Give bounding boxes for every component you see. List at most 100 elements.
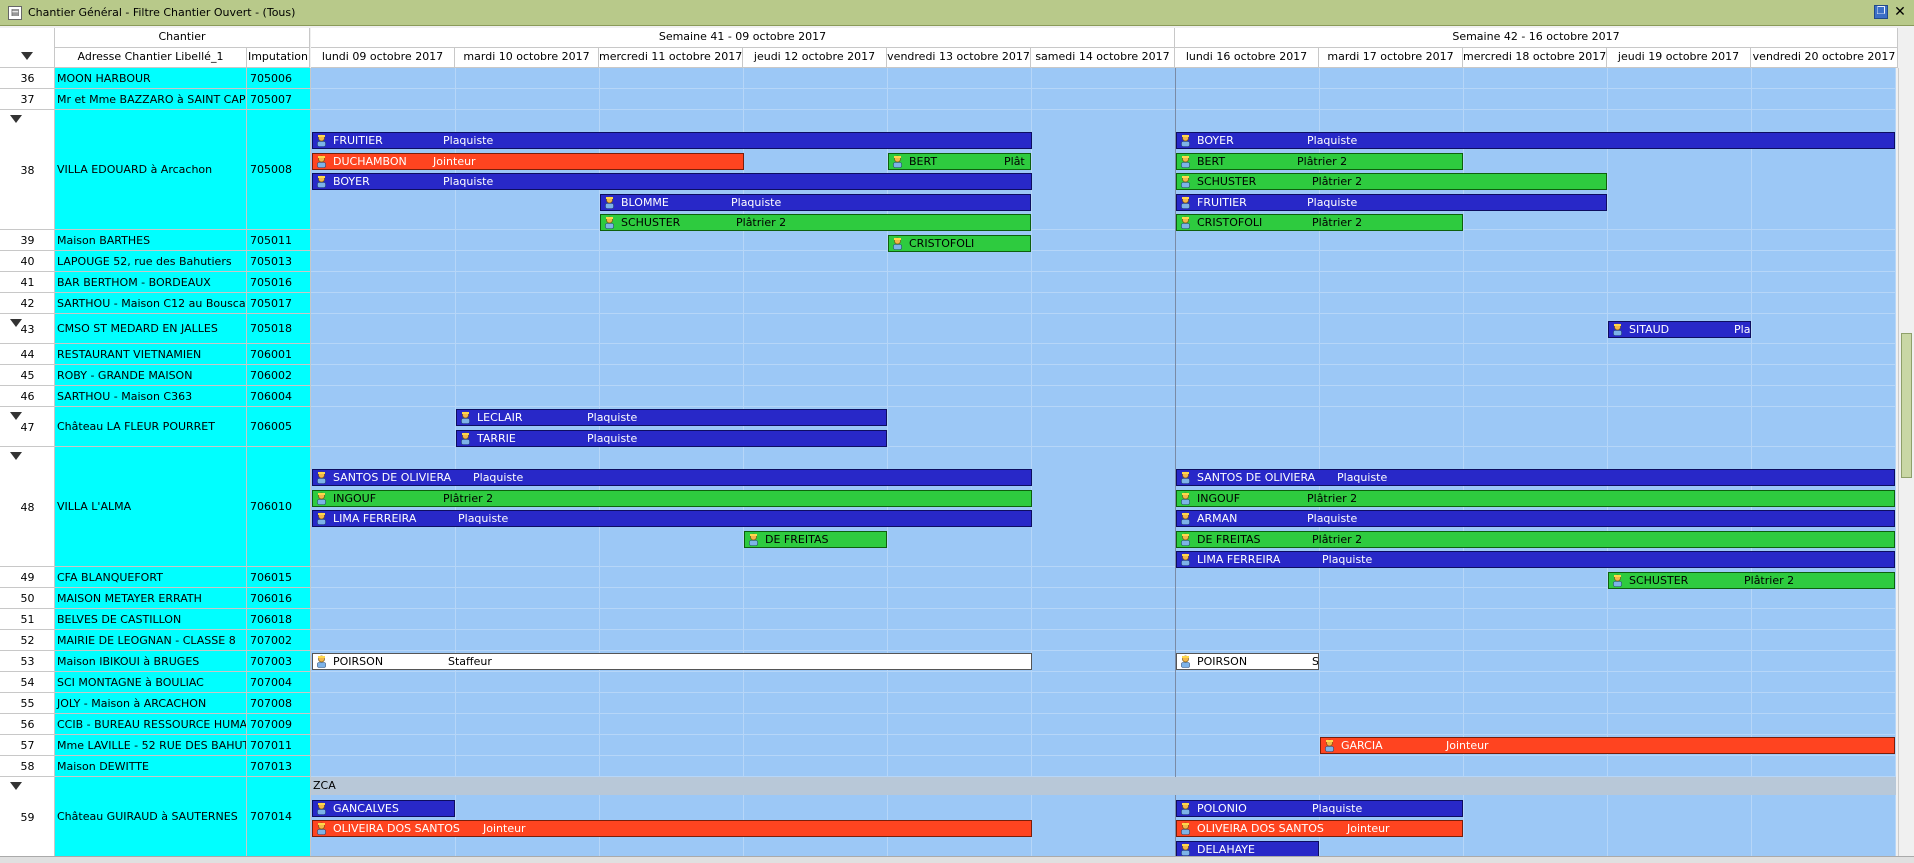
chantier-address[interactable]: VILLA L'ALMA (55, 447, 247, 567)
imputation-code[interactable]: 705013 (247, 251, 311, 272)
row-number[interactable]: 43 (0, 314, 55, 344)
imputation-code[interactable]: 706002 (247, 365, 311, 386)
row-number[interactable]: 53 (0, 651, 55, 672)
scrollbar-thumb[interactable] (1901, 333, 1912, 478)
day-header[interactable]: mardi 10 octobre 2017 (455, 48, 599, 68)
assignment-bar[interactable]: OLIVEIRA DOS SANTOS Jointeur (312, 820, 1032, 837)
assignment-bar[interactable]: SITAUD Pla (1608, 321, 1751, 338)
address-column-header[interactable]: Adresse Chantier Libellé_1 (55, 48, 247, 68)
imputation-column-header[interactable]: Imputation (247, 48, 310, 68)
assignment-bar[interactable]: POIRSON S (1176, 653, 1319, 670)
day-header[interactable]: samedi 14 octobre 2017 (1031, 48, 1175, 68)
imputation-code[interactable]: 707002 (247, 630, 311, 651)
chantier-address[interactable]: SARTHOU - Maison C12 au Bouscat (55, 293, 247, 314)
day-header[interactable]: lundi 16 octobre 2017 (1175, 48, 1319, 68)
imputation-code[interactable]: 707009 (247, 714, 311, 735)
chantier-address[interactable]: CFA BLANQUEFORT (55, 567, 247, 588)
planning-calendar[interactable]: ZCA FRUITIER Plaquiste DUCHAMBON Jointeur BER… (311, 68, 1896, 858)
imputation-code[interactable]: 706004 (247, 386, 311, 407)
imputation-code[interactable]: 705007 (247, 89, 311, 110)
assignment-bar[interactable]: DE FREITAS Plâtrier 2 (1176, 531, 1895, 548)
assignment-bar[interactable]: SANTOS DE OLIVIERA Plaquiste (1176, 469, 1895, 486)
imputation-code[interactable]: 707008 (247, 693, 311, 714)
horizontal-scrollbar[interactable] (0, 856, 1914, 863)
assignment-bar[interactable]: BLOMME Plaquiste (600, 194, 1031, 211)
assignment-bar[interactable]: SANTOS DE OLIVIERA Plaquiste (312, 469, 1032, 486)
assignment-bar[interactable]: ARMAN Plaquiste (1176, 510, 1895, 527)
assignment-bar[interactable]: GARCIA Jointeur (1320, 737, 1895, 754)
row-number[interactable]: 38 (0, 110, 55, 230)
imputation-code[interactable]: 706016 (247, 588, 311, 609)
row-number[interactable]: 59 (0, 777, 55, 857)
imputation-code[interactable]: 707014 (247, 777, 311, 857)
imputation-code[interactable]: 705011 (247, 230, 311, 251)
imputation-code[interactable]: 705016 (247, 272, 311, 293)
row-number[interactable]: 37 (0, 89, 55, 110)
assignment-bar[interactable]: OLIVEIRA DOS SANTOS Jointeur (1176, 820, 1463, 837)
chantier-address[interactable]: MOON HARBOUR (55, 68, 247, 89)
chantier-address[interactable]: Maison DEWITTE (55, 756, 247, 777)
collapse-all-cell[interactable] (0, 28, 55, 68)
chantier-address[interactable]: CCIB - BUREAU RESSOURCE HUMAINE (55, 714, 247, 735)
row-number[interactable]: 36 (0, 68, 55, 89)
assignment-bar[interactable]: CRISTOFOLI (888, 235, 1031, 252)
row-number[interactable]: 39 (0, 230, 55, 251)
collapse-triangle-icon[interactable] (10, 412, 22, 420)
assignment-bar[interactable]: DE FREITAS (744, 531, 887, 548)
assignment-bar[interactable]: FRUITIER Plaquiste (1176, 194, 1607, 211)
assignment-bar[interactable]: INGOUF Plâtrier 2 (312, 490, 1032, 507)
row-number[interactable]: 55 (0, 693, 55, 714)
chantier-address[interactable]: MAISON METAYER ERRATH (55, 588, 247, 609)
row-number[interactable]: 47 (0, 407, 55, 447)
chantier-address[interactable]: Maison BARTHES (55, 230, 247, 251)
imputation-code[interactable]: 706015 (247, 567, 311, 588)
row-number[interactable]: 48 (0, 447, 55, 567)
imputation-code[interactable]: 706005 (247, 407, 311, 447)
assignment-bar[interactable]: SCHUSTER Plâtrier 2 (1176, 173, 1607, 190)
row-number[interactable]: 58 (0, 756, 55, 777)
assignment-bar[interactable]: SCHUSTER Plâtrier 2 (600, 214, 1031, 231)
assignment-bar[interactable]: POLONIO Plaquiste (1176, 800, 1463, 817)
assignment-bar[interactable]: BOYER Plaquiste (1176, 132, 1895, 149)
assignment-bar[interactable]: CRISTOFOLI Plâtrier 2 (1176, 214, 1463, 231)
imputation-code[interactable]: 705008 (247, 110, 311, 230)
assignment-bar[interactable]: LECLAIR Plaquiste (456, 409, 887, 426)
imputation-code[interactable]: 707003 (247, 651, 311, 672)
close-icon[interactable]: ✕ (1892, 3, 1908, 21)
row-number[interactable]: 49 (0, 567, 55, 588)
assignment-bar[interactable]: INGOUF Plâtrier 2 (1176, 490, 1895, 507)
day-header[interactable]: lundi 09 octobre 2017 (311, 48, 455, 68)
vertical-scrollbar[interactable] (1898, 68, 1914, 858)
chantier-address[interactable]: MAIRIE DE LEOGNAN - CLASSE 8 (55, 630, 247, 651)
imputation-code[interactable]: 707011 (247, 735, 311, 756)
chantier-address[interactable]: VILLA EDOUARD à Arcachon (55, 110, 247, 230)
restore-icon[interactable]: ❐ (1874, 5, 1888, 19)
imputation-code[interactable]: 707004 (247, 672, 311, 693)
row-number[interactable]: 57 (0, 735, 55, 756)
row-number[interactable]: 56 (0, 714, 55, 735)
app-icon[interactable]: ▤ (8, 6, 22, 20)
imputation-code[interactable]: 707013 (247, 756, 311, 777)
chantier-address[interactable]: RESTAURANT VIETNAMIEN (55, 344, 247, 365)
assignment-bar[interactable]: LIMA FERREIRA Plaquiste (312, 510, 1032, 527)
row-number[interactable]: 46 (0, 386, 55, 407)
row-number[interactable]: 45 (0, 365, 55, 386)
assignment-bar[interactable]: DUCHAMBON Jointeur (312, 153, 744, 170)
chantier-address[interactable]: BAR BERTHOM - BORDEAUX (55, 272, 247, 293)
chantier-address[interactable]: JOLY - Maison à ARCACHON (55, 693, 247, 714)
chantier-address[interactable]: SARTHOU - Maison C363 (55, 386, 247, 407)
assignment-bar[interactable]: GANCALVES (312, 800, 455, 817)
day-header[interactable]: vendredi 13 octobre 2017 (887, 48, 1031, 68)
chantier-address[interactable]: Mr et Mme BAZZARO à SAINT CAPRAIS (55, 89, 247, 110)
assignment-bar[interactable]: BERT Plâtrier 2 (1176, 153, 1463, 170)
assignment-bar[interactable]: SCHUSTER Plâtrier 2 (1608, 572, 1895, 589)
row-number[interactable]: 52 (0, 630, 55, 651)
row-number[interactable]: 42 (0, 293, 55, 314)
day-header[interactable]: jeudi 12 octobre 2017 (743, 48, 887, 68)
collapse-triangle-icon[interactable] (10, 115, 22, 123)
imputation-code[interactable]: 706010 (247, 447, 311, 567)
assignment-bar[interactable]: LIMA FERREIRA Plaquiste (1176, 551, 1895, 568)
chantier-address[interactable]: Château LA FLEUR POURRET (55, 407, 247, 447)
imputation-code[interactable]: 706001 (247, 344, 311, 365)
row-number[interactable]: 54 (0, 672, 55, 693)
